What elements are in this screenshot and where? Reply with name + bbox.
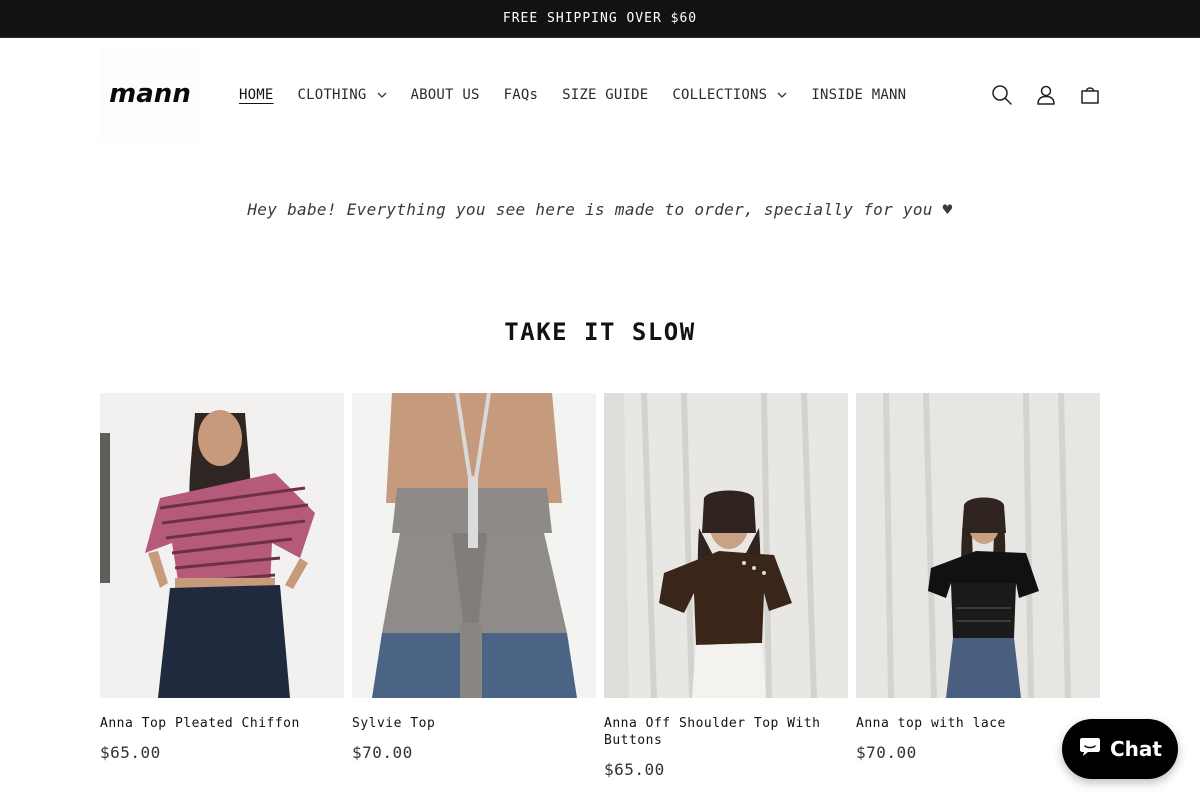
main-nav: HOME CLOTHING ABOUT US FAQs SIZE GUIDE C… xyxy=(232,83,923,107)
nav-inside-mann[interactable]: INSIDE MANN xyxy=(804,87,913,103)
account-icon[interactable] xyxy=(1024,73,1068,117)
nav-label: ABOUT US xyxy=(410,87,480,103)
product-price: $65.00 xyxy=(100,743,161,762)
product-price: $65.00 xyxy=(604,760,665,779)
product-title[interactable]: Anna top with lace xyxy=(856,715,1100,732)
chevron-down-icon xyxy=(777,92,787,98)
chat-button[interactable]: Chat xyxy=(1062,719,1178,779)
product-image[interactable] xyxy=(352,393,596,698)
product-card[interactable]: Anna Off Shoulder Top With Buttons $65.0… xyxy=(604,393,848,779)
product-title[interactable]: Anna Top Pleated Chiffon xyxy=(100,715,344,732)
product-title[interactable]: Anna Off Shoulder Top With Buttons xyxy=(604,715,848,749)
product-card[interactable]: Anna Top Pleated Chiffon $65.00 xyxy=(100,393,344,779)
search-icon[interactable] xyxy=(980,73,1024,117)
nav-size-guide[interactable]: SIZE GUIDE xyxy=(555,87,655,103)
product-card[interactable]: Anna top with lace $70.00 xyxy=(856,393,1100,779)
product-grid: Anna Top Pleated Chiffon $65.00 Sylvie T… xyxy=(100,393,1100,779)
nav-clothing[interactable]: CLOTHING xyxy=(291,87,394,103)
header-icons xyxy=(980,73,1112,117)
tagline: Hey babe! Everything you see here is mad… xyxy=(247,200,953,219)
product-price: $70.00 xyxy=(352,743,413,762)
nav-label: FAQs xyxy=(503,87,539,103)
chat-label: Chat xyxy=(1110,737,1162,761)
product-image[interactable] xyxy=(856,393,1100,698)
product-image[interactable] xyxy=(604,393,848,698)
cart-icon[interactable] xyxy=(1068,73,1112,117)
nav-home[interactable]: HOME xyxy=(232,87,281,103)
nav-about-us[interactable]: ABOUT US xyxy=(404,87,487,103)
nav-label: HOME xyxy=(239,87,274,103)
nav-faqs[interactable]: FAQs xyxy=(497,87,546,103)
announcement-bar: FREE SHIPPING OVER $60 xyxy=(0,0,1200,38)
logo[interactable]: mann xyxy=(100,46,200,142)
product-title[interactable]: Sylvie Top xyxy=(352,715,596,732)
site-header: mann HOME CLOTHING ABOUT US FAQs SIZE GU… xyxy=(0,38,1200,153)
logo-text: mann xyxy=(109,79,191,109)
nav-label: COLLECTIONS xyxy=(672,87,768,103)
chat-icon xyxy=(1078,735,1102,764)
nav-label: CLOTHING xyxy=(297,87,367,103)
product-image[interactable] xyxy=(100,393,344,698)
product-card[interactable]: Sylvie Top $70.00 xyxy=(352,393,596,779)
announcement-text: FREE SHIPPING OVER $60 xyxy=(502,11,698,26)
nav-label: SIZE GUIDE xyxy=(562,87,649,103)
section-title: TAKE IT SLOW xyxy=(504,318,696,346)
nav-collections[interactable]: COLLECTIONS xyxy=(665,87,794,103)
nav-label: INSIDE MANN xyxy=(811,87,907,103)
chevron-down-icon xyxy=(377,92,387,98)
